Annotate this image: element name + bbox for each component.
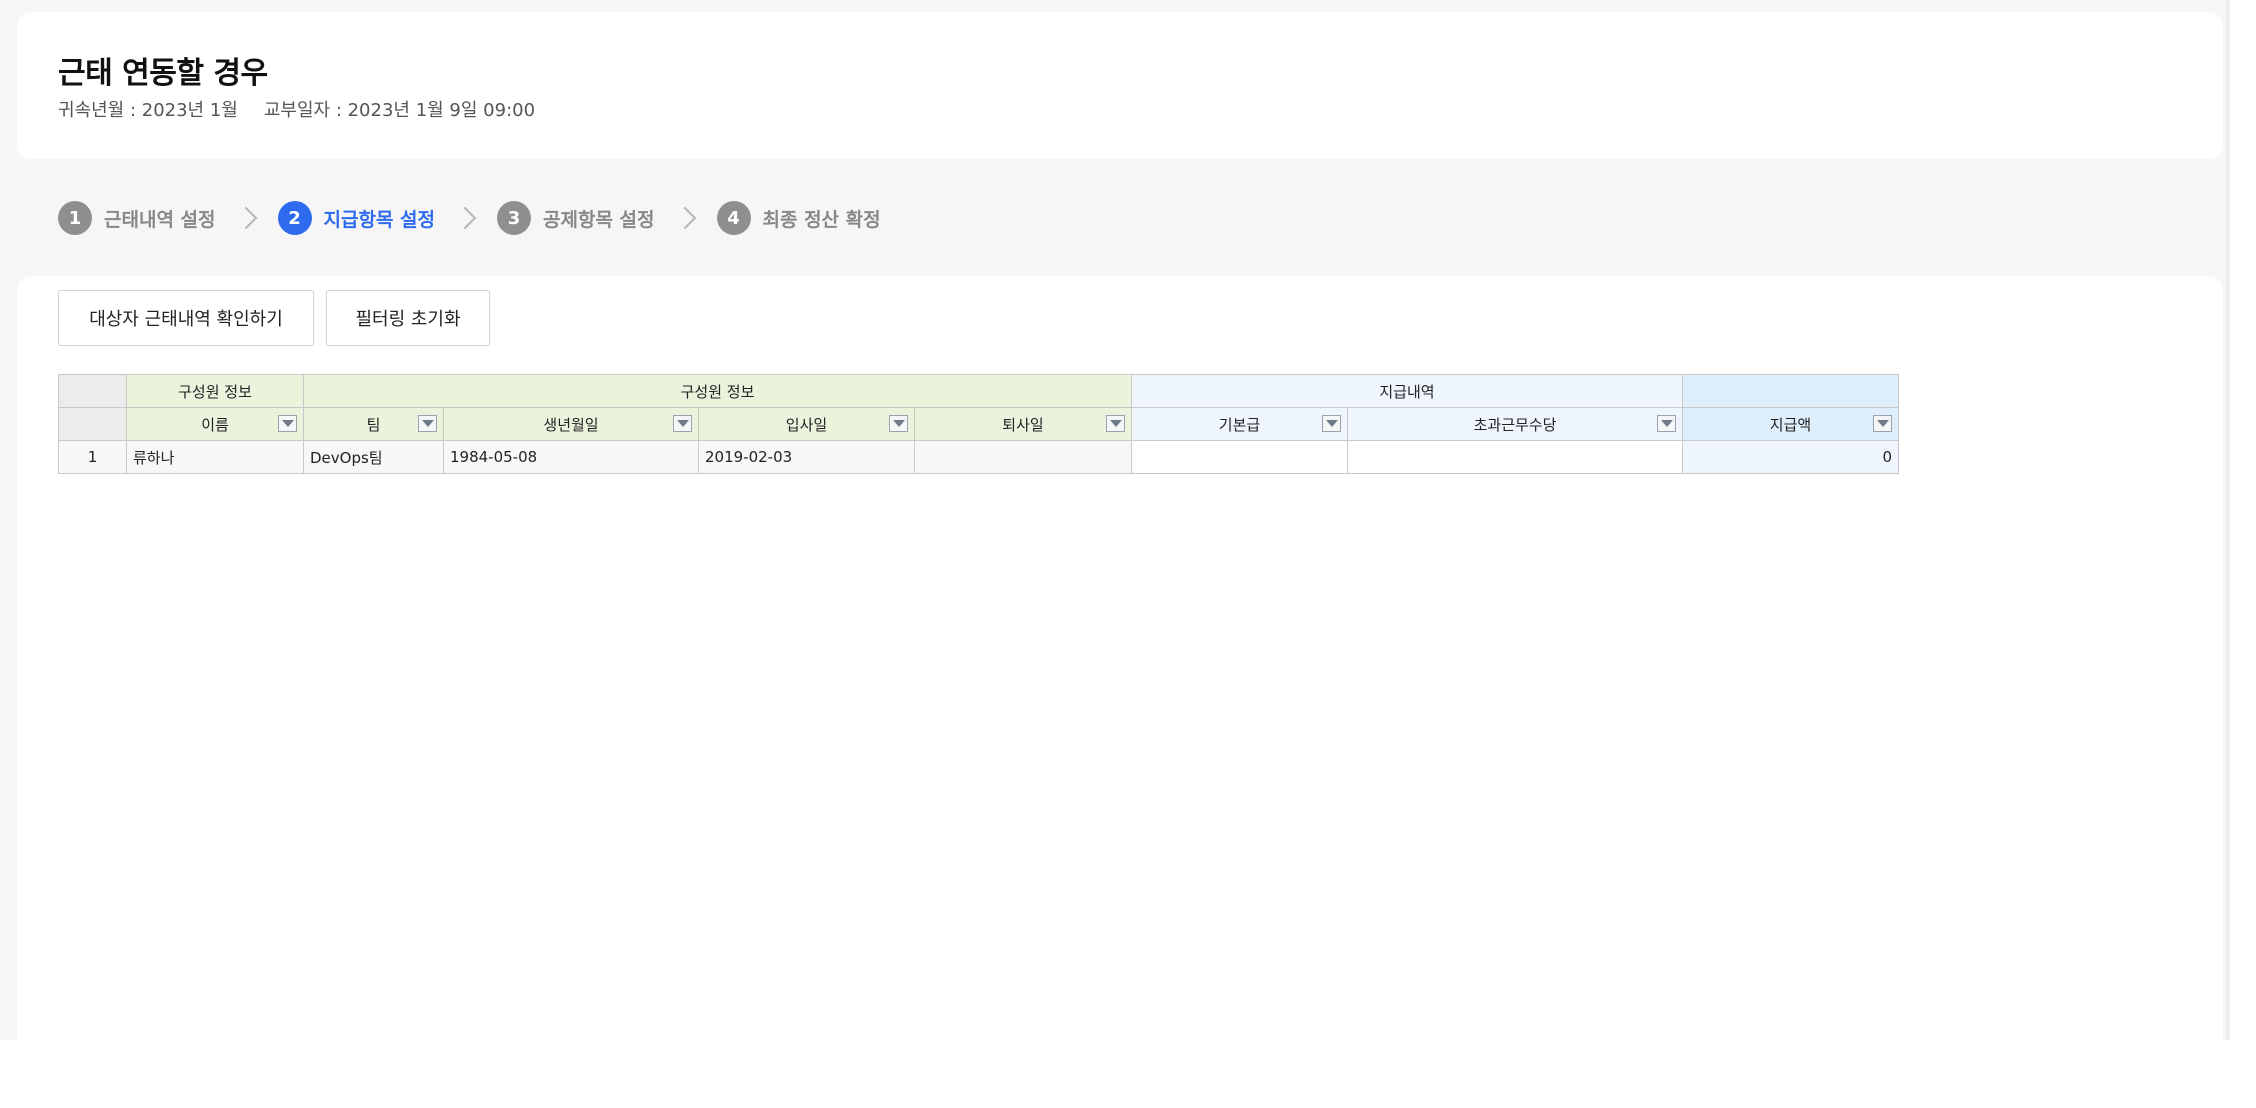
- step-label: 최종 정산 확정: [762, 208, 881, 231]
- column-header-join-date[interactable]: 입사일: [698, 407, 915, 441]
- column-label: 이름: [201, 415, 229, 434]
- column-header-overtime[interactable]: 초과근무수당: [1347, 407, 1683, 441]
- period-text: 귀속년월 : 2023년 1월: [58, 100, 238, 121]
- filter-dropdown-icon[interactable]: [889, 415, 908, 432]
- reset-filter-button[interactable]: 필터링 초기화: [326, 290, 490, 346]
- step-payment[interactable]: 2 지급항목 설정: [277, 201, 436, 235]
- row-number: 1: [58, 440, 127, 474]
- filter-dropdown-icon[interactable]: [1657, 415, 1676, 432]
- cell-join-date[interactable]: 2019-02-03: [698, 440, 915, 474]
- group-header: 구성원 정보: [126, 374, 304, 408]
- chevron-right-icon: [453, 206, 477, 230]
- issue-date-text: 교부일자 : 2023년 1월 9일 09:00: [263, 100, 536, 121]
- filter-dropdown-icon[interactable]: [673, 415, 692, 432]
- group-header: [1682, 374, 1899, 408]
- step-label: 지급항목 설정: [323, 208, 436, 231]
- check-attendance-button[interactable]: 대상자 근태내역 확인하기: [58, 290, 314, 346]
- filter-dropdown-icon[interactable]: [418, 415, 437, 432]
- column-label: 초과근무수당: [1473, 415, 1557, 434]
- column-header-team[interactable]: 팀: [303, 407, 444, 441]
- step-number: 1: [58, 201, 92, 235]
- cell-leave-date[interactable]: [914, 440, 1132, 474]
- column-label: 기본급: [1218, 415, 1261, 434]
- corner-cell: [58, 374, 127, 408]
- payroll-grid: 구성원 정보 구성원 정보 지급내역 이름 팀 생년월일 입사일 퇴사일 기본급…: [58, 374, 1899, 474]
- cell-birthdate[interactable]: 1984-05-08: [443, 440, 699, 474]
- step-label: 근태내역 설정: [104, 208, 216, 231]
- chevron-right-icon: [234, 206, 257, 230]
- step-label: 공제항목 설정: [543, 208, 655, 231]
- column-label: 입사일: [785, 415, 828, 434]
- filter-dropdown-icon[interactable]: [1322, 415, 1341, 432]
- filter-dropdown-icon[interactable]: [1106, 415, 1125, 432]
- cell-overtime[interactable]: [1347, 440, 1683, 474]
- column-label: 생년월일: [543, 415, 599, 434]
- grid-column-header-row: 이름 팀 생년월일 입사일 퇴사일 기본급 초과근무수당 지급액: [58, 407, 1899, 441]
- filter-dropdown-icon[interactable]: [278, 415, 297, 432]
- column-header-base-pay[interactable]: 기본급: [1131, 407, 1348, 441]
- cell-base-pay[interactable]: [1131, 440, 1348, 474]
- stepper: 1 근태내역 설정 2 지급항목 설정 3 공제항목 설정 4 최종 정산 확정: [58, 198, 881, 238]
- row-number-header: [58, 407, 127, 441]
- step-final[interactable]: 4 최종 정산 확정: [716, 201, 881, 235]
- group-header: 지급내역: [1131, 374, 1683, 408]
- column-header-leave-date[interactable]: 퇴사일: [914, 407, 1132, 441]
- header-card: [17, 12, 2223, 159]
- column-label: 지급액: [1769, 415, 1812, 434]
- chevron-right-icon: [673, 206, 696, 230]
- column-header-name[interactable]: 이름: [126, 407, 304, 441]
- step-number: 2: [277, 201, 312, 235]
- column-label: 퇴사일: [1002, 415, 1044, 434]
- page-meta: 귀속년월 : 2023년 1월 교부일자 : 2023년 1월 9일 09:00: [58, 96, 535, 122]
- grid-group-header-row: 구성원 정보 구성원 정보 지급내역: [58, 374, 1899, 408]
- step-number: 4: [716, 201, 751, 235]
- column-header-birthdate[interactable]: 생년월일: [443, 407, 699, 441]
- step-deduction[interactable]: 3 공제항목 설정: [497, 201, 655, 235]
- step-attendance[interactable]: 1 근태내역 설정: [58, 201, 216, 235]
- table-row[interactable]: 1 류하나 DevOps팀 1984-05-08 2019-02-03 0: [58, 440, 1899, 474]
- page-title: 근태 연동할 경우: [58, 56, 268, 91]
- filter-dropdown-icon[interactable]: [1873, 415, 1892, 432]
- cell-team[interactable]: DevOps팀: [303, 440, 444, 474]
- step-number: 3: [497, 201, 531, 235]
- cell-name[interactable]: 류하나: [126, 440, 304, 474]
- scrollbar-track[interactable]: [2226, 0, 2230, 1040]
- group-header: 구성원 정보: [303, 374, 1132, 408]
- cell-total: 0: [1682, 440, 1899, 474]
- column-header-total[interactable]: 지급액: [1682, 407, 1899, 441]
